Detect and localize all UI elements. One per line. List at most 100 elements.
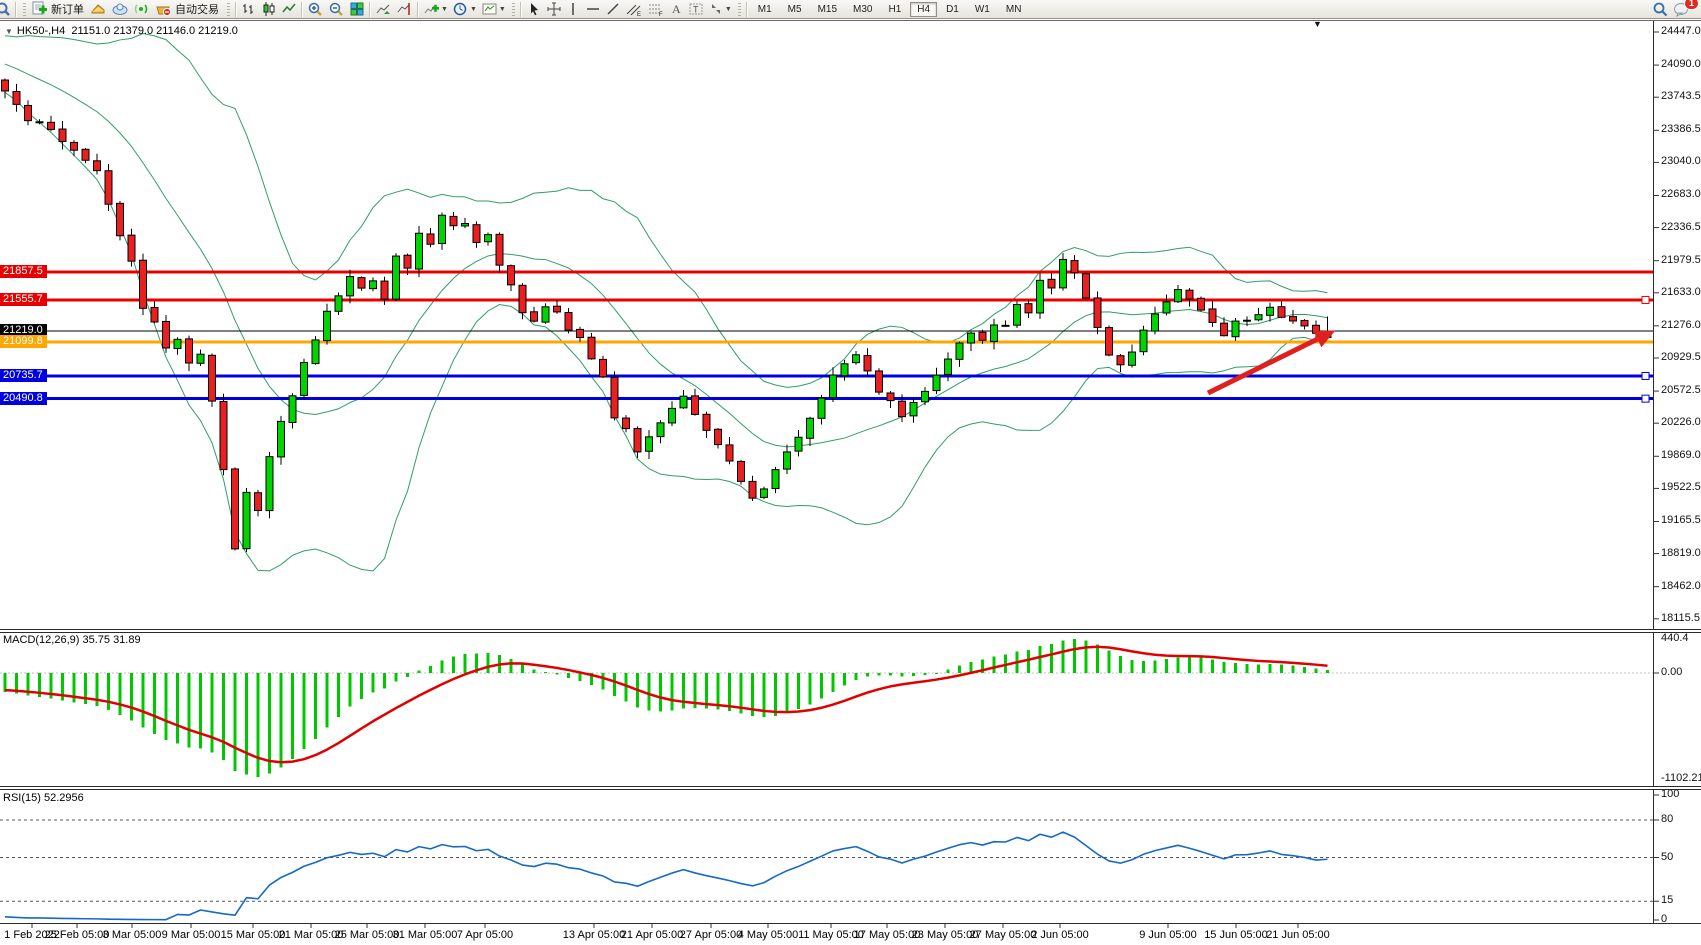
macd-histogram-bar (947, 670, 950, 673)
notifications-chat-icon[interactable]: 1 (1671, 1, 1693, 18)
terminal-icon[interactable] (109, 1, 131, 18)
chart-shift-icon[interactable] (394, 1, 415, 18)
trend-arrow-head[interactable] (1313, 330, 1335, 347)
macd-histogram-bar (418, 671, 421, 673)
timeframe-M5[interactable]: M5 (781, 2, 809, 17)
indicators-menu-icon[interactable]: ▼ (421, 1, 450, 18)
macd-histogram-bar (774, 673, 777, 716)
dropdown-caret-icon: ▼ (499, 6, 506, 13)
dropdown-caret-icon: ▼ (441, 6, 448, 13)
market-watch-icon[interactable] (0, 1, 13, 18)
macd-histogram-bar (533, 669, 536, 673)
signals-icon[interactable] (131, 1, 152, 18)
timeframe-H4[interactable]: H4 (910, 2, 937, 17)
macd-panel-splitter[interactable] (0, 629, 1701, 633)
timeframe-M30[interactable]: M30 (846, 2, 879, 17)
macd-histogram-bar (1246, 664, 1249, 673)
rsi-indicator-label: RSI(15) 52.2956 (3, 792, 84, 804)
chart-shift-marker-icon[interactable]: ▼ (1313, 20, 1322, 29)
line-handle[interactable] (1642, 296, 1649, 303)
crosshair-tool-icon[interactable] (544, 1, 564, 18)
macd-histogram-bar (4, 673, 7, 692)
search-icon[interactable] (1650, 1, 1671, 18)
candle-body (945, 359, 952, 374)
macd-histogram-bar (360, 673, 363, 699)
cursor-tool-icon[interactable] (524, 1, 544, 18)
timeframe-W1[interactable]: W1 (968, 2, 997, 17)
candle-body (899, 401, 906, 417)
one-click-trading-collapse-icon[interactable]: ▼ (5, 27, 13, 36)
zoom-in-icon[interactable] (305, 1, 326, 18)
candle-body (519, 285, 526, 312)
toolbar-separator (746, 2, 748, 17)
macd-histogram-bar (1142, 661, 1145, 673)
macd-histogram-bar (188, 673, 191, 747)
trend-arrow-line[interactable] (1208, 339, 1317, 393)
new-order-icon[interactable] (29, 1, 50, 18)
time-tick-label: 2 Jun 05:00 (1031, 929, 1089, 941)
new-order-button[interactable]: 新订单 (50, 1, 88, 17)
templates-menu-icon[interactable]: ▼ (479, 1, 508, 18)
candle-body (140, 260, 147, 308)
autotrade-button[interactable]: 自动交易 (174, 1, 223, 17)
line-handle[interactable] (1642, 395, 1649, 402)
zoom-out-icon[interactable] (326, 1, 347, 18)
trendline-tool-icon[interactable] (603, 1, 623, 18)
timeframe-M15[interactable]: M15 (811, 2, 844, 17)
candle-body (703, 414, 710, 430)
svg-text:F: F (659, 12, 663, 17)
chart-canvas[interactable] (0, 0, 1701, 945)
vertical-line-tool-icon[interactable] (564, 1, 583, 18)
candle-body (255, 493, 262, 511)
candle-body (1198, 298, 1205, 310)
candle-body (48, 122, 55, 129)
channel-tool-icon[interactable]: E (623, 1, 645, 18)
time-tick-label: 9 Mar 05:00 (162, 929, 221, 941)
line-handle[interactable] (1642, 372, 1649, 379)
line-chart-mode-icon[interactable] (279, 1, 299, 18)
candle-body (1324, 331, 1331, 337)
arrows-tool-icon[interactable]: ▼ (706, 1, 734, 18)
macd-histogram-bar (291, 673, 294, 759)
fibonacci-tool-icon[interactable]: F (645, 1, 667, 18)
candle-body (588, 337, 595, 359)
macd-histogram-bar (1050, 644, 1053, 673)
time-axis-separator (0, 923, 1701, 924)
toolbar-grip[interactable] (23, 3, 26, 16)
time-tick-label: 17 May 05:00 (854, 929, 921, 941)
price-tick-label: 21633.0 (1661, 286, 1701, 298)
timeframe-MN[interactable]: MN (999, 2, 1029, 17)
time-tick-label: 21 Jun 05:00 (1266, 929, 1330, 941)
text-tool-icon[interactable]: A (667, 1, 686, 18)
rsi-panel-splitter[interactable] (0, 786, 1701, 790)
timeframe-H1[interactable]: H1 (881, 2, 908, 17)
candle-body (370, 281, 377, 289)
toolbar-grip[interactable] (512, 3, 515, 16)
macd-histogram-bar (73, 673, 76, 702)
chart-profiles-icon[interactable] (88, 1, 109, 18)
text-label-tool-icon[interactable]: T (686, 1, 706, 18)
time-tick-label: 25 Feb 05:00 (45, 929, 110, 941)
auto-scroll-icon[interactable] (373, 1, 394, 18)
time-tick-label: 27 May 05:00 (970, 929, 1037, 941)
candlestick-mode-icon[interactable] (259, 1, 279, 18)
periods-menu-icon[interactable]: ▼ (450, 1, 479, 18)
toolbar-grip[interactable] (227, 3, 230, 16)
macd-histogram-bar (1269, 664, 1272, 673)
macd-histogram-bar (935, 673, 938, 674)
autotrade-icon[interactable] (152, 1, 174, 18)
macd-histogram-bar (1188, 657, 1191, 673)
tile-windows-icon[interactable] (347, 1, 367, 18)
bar-chart-mode-icon[interactable] (239, 1, 259, 18)
candle-body (1186, 290, 1193, 299)
time-tick-label: 15 Jun 05:00 (1204, 929, 1268, 941)
timeframe-M1[interactable]: M1 (751, 2, 779, 17)
macd-histogram-bar (84, 673, 87, 704)
candle-body (1037, 280, 1044, 313)
toolbar-grip[interactable] (738, 3, 741, 16)
horizontal-line-tool-icon[interactable] (583, 1, 603, 18)
rsi-line (5, 832, 1328, 920)
candle-body (1221, 323, 1228, 336)
timeframe-D1[interactable]: D1 (939, 2, 966, 17)
time-tick-label: 3 Mar 05:00 (103, 929, 162, 941)
